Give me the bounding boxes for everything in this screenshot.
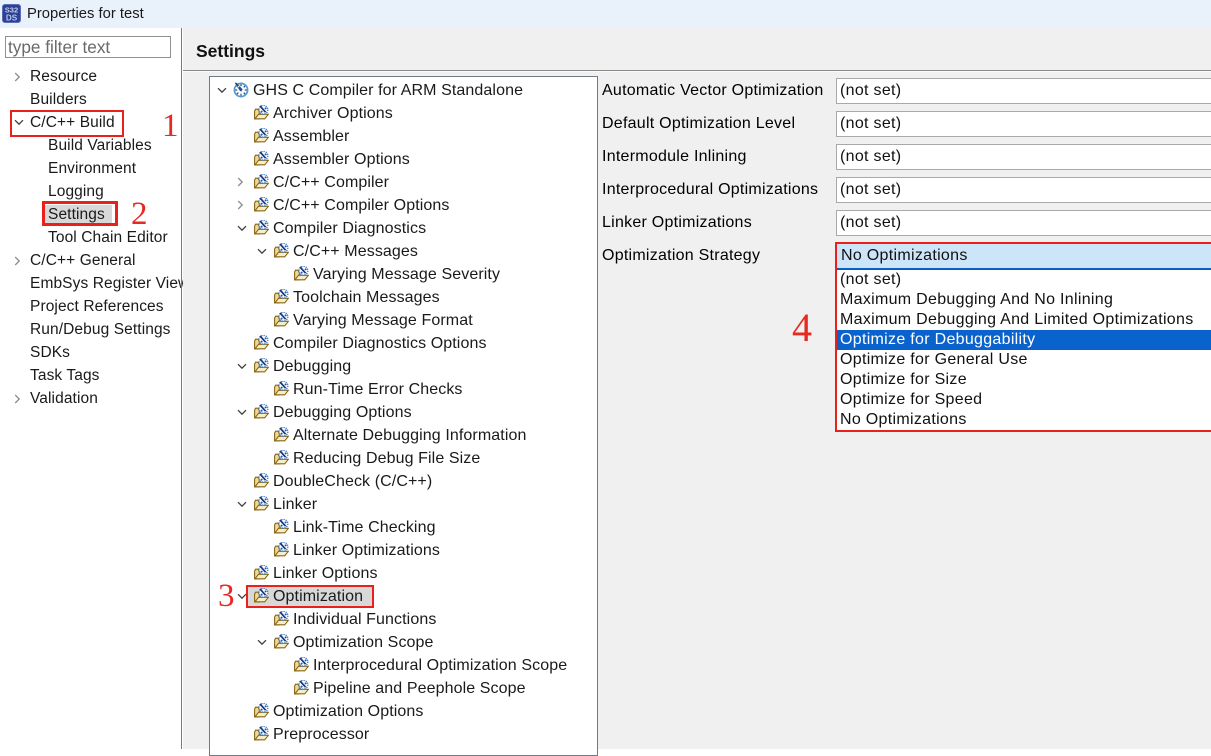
svg-text:DS: DS: [6, 13, 18, 22]
